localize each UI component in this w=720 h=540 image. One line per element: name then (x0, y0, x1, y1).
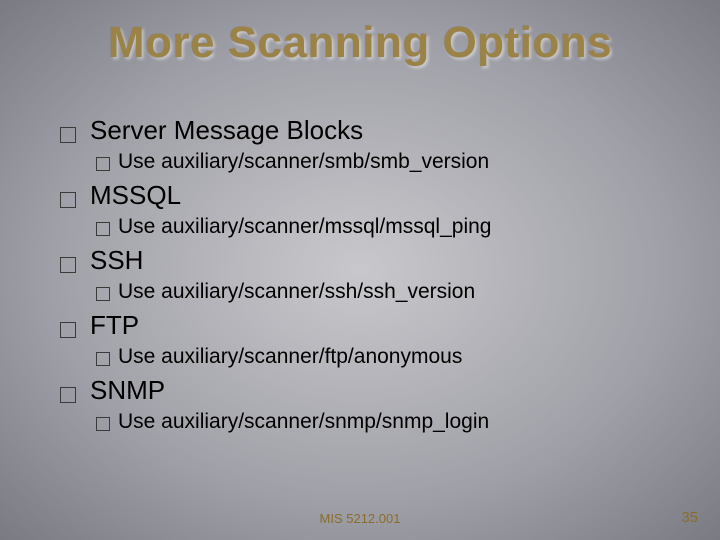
square-bullet-icon (60, 192, 76, 208)
bullet-sublabel: Use auxiliary/scanner/ftp/anonymous (118, 345, 462, 369)
square-bullet-icon (60, 322, 76, 338)
bullet-label: MSSQL (90, 180, 181, 211)
bullet-label: Server Message Blocks (90, 115, 363, 146)
slide-title: More Scanning Options (0, 0, 720, 68)
bullet-level2: Use auxiliary/scanner/ssh/ssh_version (96, 280, 660, 304)
square-bullet-icon (96, 417, 110, 431)
bullet-level2: Use auxiliary/scanner/mssql/mssql_ping (96, 215, 660, 239)
bullet-sublabel: Use auxiliary/scanner/mssql/mssql_ping (118, 215, 491, 239)
bullet-sublabel: Use auxiliary/scanner/ssh/ssh_version (118, 280, 475, 304)
bullet-level1: FTP (60, 310, 660, 341)
footer-course-code: MIS 5212.001 (0, 511, 720, 526)
bullet-level1: SNMP (60, 375, 660, 406)
bullet-label: SNMP (90, 375, 165, 406)
bullet-level2: Use auxiliary/scanner/smb/smb_version (96, 150, 660, 174)
bullet-label: FTP (90, 310, 139, 341)
bullet-sublabel: Use auxiliary/scanner/snmp/snmp_login (118, 410, 489, 434)
bullet-level1: MSSQL (60, 180, 660, 211)
square-bullet-icon (60, 387, 76, 403)
bullet-sublabel: Use auxiliary/scanner/smb/smb_version (118, 150, 489, 174)
square-bullet-icon (96, 157, 110, 171)
bullet-level2: Use auxiliary/scanner/snmp/snmp_login (96, 410, 660, 434)
bullet-level1: SSH (60, 245, 660, 276)
slide-number: 35 (681, 509, 698, 526)
bullet-level1: Server Message Blocks (60, 115, 660, 146)
slide-content: Server Message Blocks Use auxiliary/scan… (60, 115, 660, 440)
square-bullet-icon (96, 222, 110, 236)
bullet-level2: Use auxiliary/scanner/ftp/anonymous (96, 345, 660, 369)
square-bullet-icon (60, 127, 76, 143)
square-bullet-icon (96, 352, 110, 366)
bullet-label: SSH (90, 245, 143, 276)
square-bullet-icon (96, 287, 110, 301)
square-bullet-icon (60, 257, 76, 273)
